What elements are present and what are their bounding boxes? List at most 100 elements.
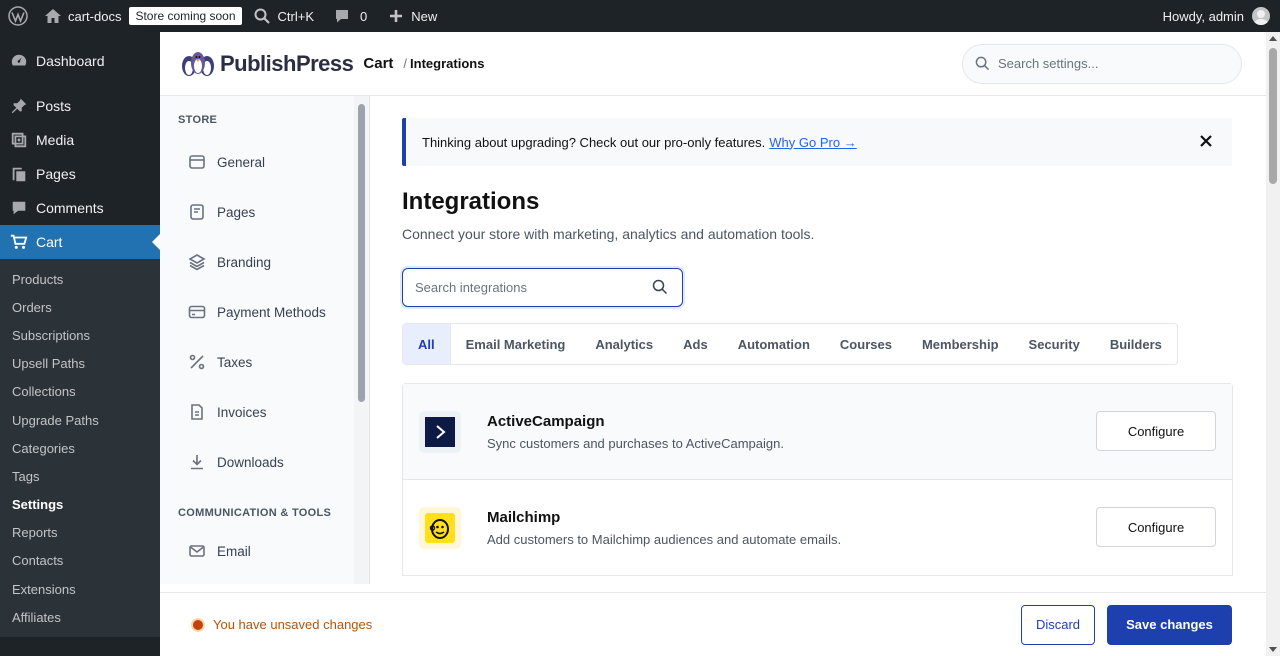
discard-button[interactable]: Discard xyxy=(1021,604,1095,645)
menu-posts[interactable]: Posts xyxy=(0,89,160,123)
home-icon xyxy=(45,9,61,23)
publishpress-logo[interactable]: PublishPress xyxy=(180,50,354,78)
comment-icon xyxy=(336,10,349,23)
menu-label: Posts xyxy=(36,98,72,114)
nav-item-branding[interactable]: Branding xyxy=(160,237,354,287)
account-menu[interactable]: Howdy, admin xyxy=(1163,7,1280,25)
comments-link[interactable]: 0 xyxy=(326,0,375,32)
nav-item-invoices[interactable]: Invoices xyxy=(160,387,354,437)
integration-info: ActiveCampaign Sync customers and purcha… xyxy=(487,413,784,451)
integrations-list: ActiveCampaign Sync customers and purcha… xyxy=(402,383,1233,576)
scrollbar-thumb[interactable] xyxy=(358,104,365,402)
menu-label: Pages xyxy=(36,166,76,182)
tab-membership[interactable]: Membership xyxy=(907,324,1014,364)
integration-description: Sync customers and purchases to ActiveCa… xyxy=(487,435,784,451)
configure-button[interactable]: Configure xyxy=(1096,411,1216,451)
settings-search-input[interactable] xyxy=(998,56,1218,71)
save-changes-button[interactable]: Save changes xyxy=(1107,604,1232,645)
command-palette-link[interactable]: Ctrl+K xyxy=(246,0,322,32)
tab-builders[interactable]: Builders xyxy=(1095,324,1177,364)
submenu-upgrade-paths[interactable]: Upgrade Paths xyxy=(0,406,160,434)
submenu-upsell-paths[interactable]: Upsell Paths xyxy=(0,350,160,378)
nav-label: Pages xyxy=(217,204,256,220)
site-name-link[interactable]: cart-docs xyxy=(36,0,129,32)
submenu-collections[interactable]: Collections xyxy=(0,378,160,406)
submenu-categories[interactable]: Categories xyxy=(0,434,160,462)
new-content-link[interactable]: New xyxy=(381,0,445,32)
logo-text: PublishPress xyxy=(220,50,354,76)
integrations-search-input[interactable] xyxy=(415,280,640,295)
nav-item-pages[interactable]: Pages xyxy=(160,187,354,237)
save-bar: You have unsaved changes Discard Save ch… xyxy=(160,592,1266,656)
integrations-main: Thinking about upgrading? Check out our … xyxy=(371,96,1266,592)
submenu-tags[interactable]: Tags xyxy=(0,462,160,490)
tab-analytics[interactable]: Analytics xyxy=(580,324,668,364)
settings-header: PublishPress Cart / Integrations xyxy=(160,32,1266,96)
menu-dashboard[interactable]: Dashboard xyxy=(0,44,160,78)
menu-cart[interactable]: Cart xyxy=(0,225,160,259)
nav-item-email[interactable]: Email xyxy=(160,526,354,576)
nav-label: Email xyxy=(217,543,251,559)
submenu-settings[interactable]: Settings xyxy=(0,491,160,519)
menu-label: Cart xyxy=(36,234,63,250)
scroll-down-icon[interactable] xyxy=(1269,647,1277,652)
integration-description: Add customers to Mailchimp audiences and… xyxy=(487,531,842,547)
why-go-pro-link[interactable]: Why Go Pro → xyxy=(769,135,856,150)
comment-icon xyxy=(12,201,26,215)
mail-icon xyxy=(189,545,205,557)
percent-icon xyxy=(189,354,205,370)
integration-name: Mailchimp xyxy=(487,508,561,526)
submenu-extensions[interactable]: Extensions xyxy=(0,575,160,603)
nav-item-general[interactable]: General xyxy=(160,137,354,187)
nav-item-taxes[interactable]: Taxes xyxy=(160,337,354,387)
page-subtitle: Connect your store with marketing, analy… xyxy=(402,226,815,242)
page-title: Integrations xyxy=(402,188,540,215)
integrations-search[interactable] xyxy=(402,268,683,307)
submenu-reports[interactable]: Reports xyxy=(0,519,160,547)
avatar xyxy=(1252,7,1270,25)
tab-automation[interactable]: Automation xyxy=(723,324,825,364)
breadcrumb-current: Integrations xyxy=(410,56,485,71)
unsaved-text: You have unsaved changes xyxy=(213,617,373,632)
search-icon xyxy=(254,8,270,24)
submenu-products[interactable]: Products xyxy=(0,265,160,293)
tab-security[interactable]: Security xyxy=(1014,324,1095,364)
document-icon xyxy=(190,204,204,220)
settings-nav: STORE General Pages Branding Payment Met… xyxy=(160,96,354,584)
nav-label: General xyxy=(217,154,266,170)
cart-icon xyxy=(10,234,28,249)
menu-pages[interactable]: Pages xyxy=(0,157,160,191)
wordpress-logo-icon[interactable] xyxy=(0,0,36,32)
nav-label: Downloads xyxy=(217,454,284,470)
tab-ads[interactable]: Ads xyxy=(668,324,723,364)
configure-button[interactable]: Configure xyxy=(1096,507,1216,547)
submenu-subscriptions[interactable]: Subscriptions xyxy=(0,321,160,349)
media-icon xyxy=(11,132,27,148)
unsaved-dot-icon xyxy=(191,617,205,632)
settings-search[interactable] xyxy=(962,43,1242,84)
store-status-badge[interactable]: Store coming soon xyxy=(129,7,242,25)
nav-item-downloads[interactable]: Downloads xyxy=(160,437,354,487)
submenu-affiliates[interactable]: Affiliates xyxy=(0,603,160,631)
store-icon xyxy=(189,155,205,169)
tab-all[interactable]: All xyxy=(403,324,451,364)
tab-email-marketing[interactable]: Email Marketing xyxy=(451,324,581,364)
breadcrumb: / Integrations xyxy=(403,56,484,71)
admin-bar: cart-docs Store coming soon Ctrl+K 0 New… xyxy=(0,0,1280,32)
submenu-orders[interactable]: Orders xyxy=(0,293,160,321)
nav-label: Branding xyxy=(217,254,272,270)
close-icon[interactable] xyxy=(1198,133,1214,149)
menu-media[interactable]: Media xyxy=(0,123,160,157)
nav-group-communication: COMMUNICATION & TOOLS xyxy=(178,507,332,519)
mailchimp-icon xyxy=(425,512,455,543)
menu-comments[interactable]: Comments xyxy=(0,191,160,225)
scrollbar-thumb[interactable] xyxy=(1269,48,1277,184)
activecampaign-icon xyxy=(425,416,455,447)
tab-courses[interactable]: Courses xyxy=(825,324,907,364)
submenu-contacts[interactable]: Contacts xyxy=(0,547,160,575)
scroll-up-icon[interactable] xyxy=(1269,36,1277,41)
nav-item-payment-methods[interactable]: Payment Methods xyxy=(160,287,354,337)
page-scrollbar[interactable] xyxy=(1266,32,1280,656)
layers-icon xyxy=(188,254,206,271)
settings-nav-scrollbar[interactable] xyxy=(354,96,370,584)
